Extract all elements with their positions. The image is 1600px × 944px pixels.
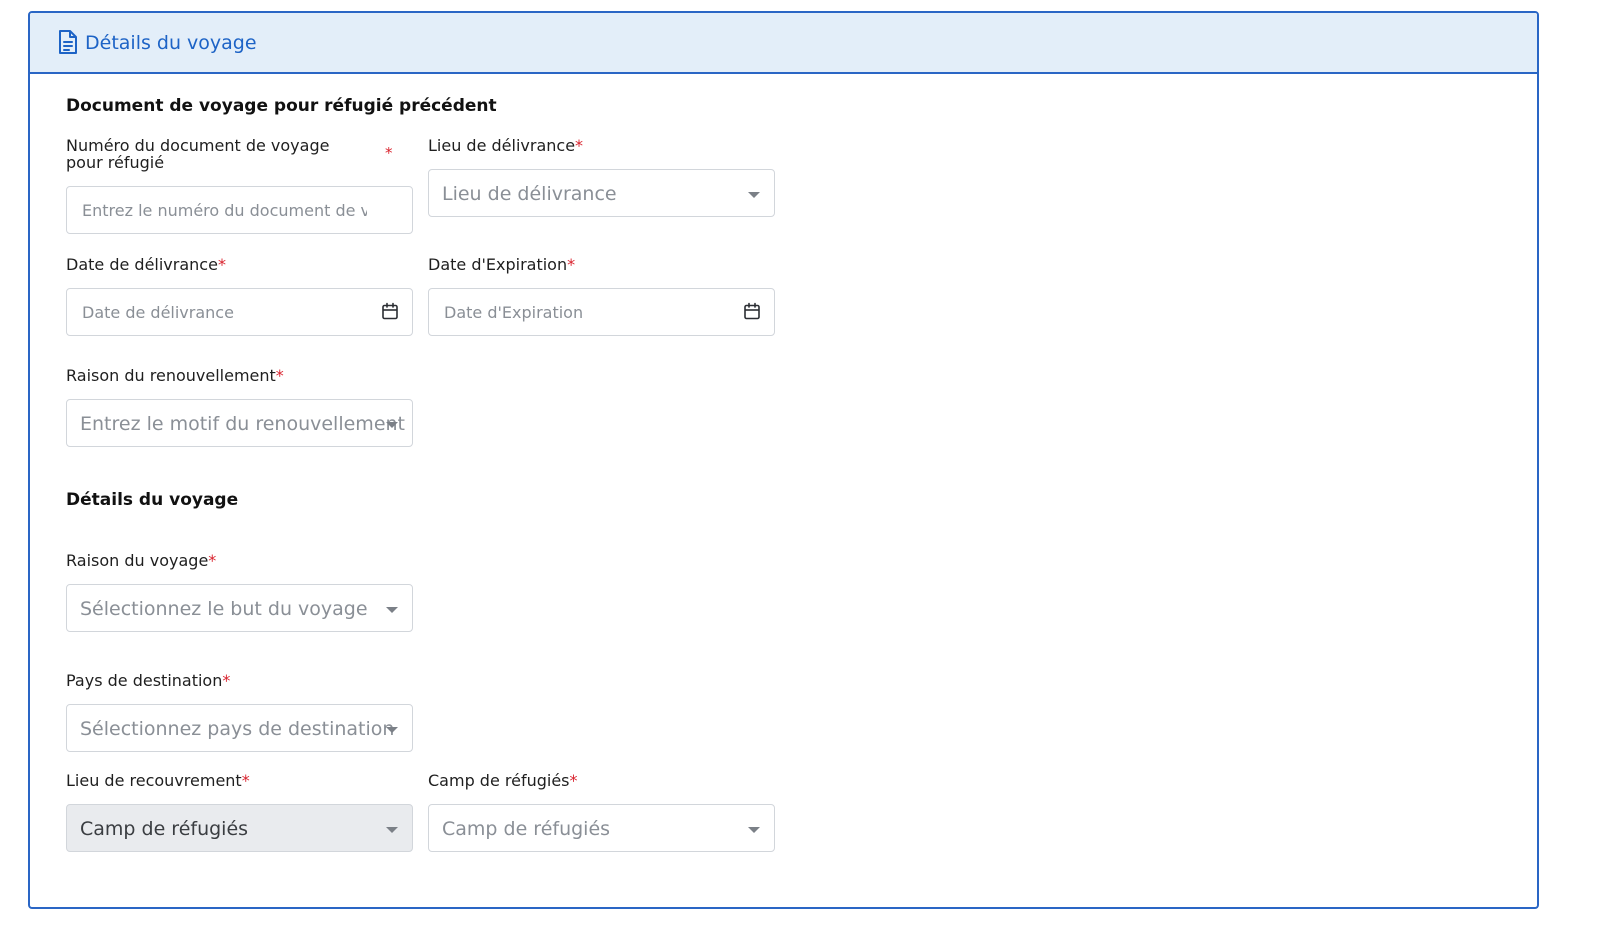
renewal-reason-placeholder: Entrez le motif du renouvellement xyxy=(80,413,405,435)
issue-place-required-marker: * xyxy=(575,136,584,155)
issue-date-field[interactable] xyxy=(66,288,413,336)
refugee-camp-required-marker: * xyxy=(569,771,578,790)
renewal-reason-label: Raison du renouvellement* xyxy=(66,367,284,385)
issue-date-input[interactable] xyxy=(67,289,412,335)
section-title-previous-document: Document de voyage pour réfugié précéden… xyxy=(66,96,497,116)
collection-place-select: Camp de réfugiés xyxy=(66,804,413,852)
renewal-reason-required-marker: * xyxy=(275,366,284,385)
travel-reason-required-marker: * xyxy=(208,551,217,570)
renewal-reason-label-text: Raison du renouvellement xyxy=(66,366,276,385)
issue-place-label-text: Lieu de délivrance xyxy=(428,136,576,155)
refugee-camp-label: Camp de réfugiés* xyxy=(428,772,578,790)
issue-place-placeholder: Lieu de délivrance xyxy=(442,183,617,205)
renewal-reason-select[interactable]: Entrez le motif du renouvellement xyxy=(66,399,413,447)
collection-place-value: Camp de réfugiés xyxy=(80,818,249,840)
refugee-camp-label-text: Camp de réfugiés xyxy=(428,771,570,790)
destination-country-select[interactable]: Sélectionnez pays de destination xyxy=(66,704,413,752)
expiry-date-required-marker: * xyxy=(567,255,576,274)
chevron-down-icon[interactable] xyxy=(386,727,398,733)
travel-reason-select[interactable]: Sélectionnez le but du voyage xyxy=(66,584,413,632)
doc-number-field[interactable] xyxy=(66,186,413,234)
issue-place-label: Lieu de délivrance* xyxy=(428,137,583,155)
issue-place-select[interactable]: Lieu de délivrance xyxy=(428,169,775,217)
travel-reason-label: Raison du voyage* xyxy=(66,552,216,570)
destination-country-placeholder: Sélectionnez pays de destination xyxy=(80,718,395,740)
section-title-travel: Détails du voyage xyxy=(66,490,239,510)
expiry-date-label-text: Date d'Expiration xyxy=(428,255,568,274)
expiry-date-input[interactable] xyxy=(429,289,774,335)
travel-reason-placeholder: Sélectionnez le but du voyage xyxy=(80,598,368,620)
issue-date-label: Date de délivrance* xyxy=(66,256,226,274)
collection-place-label: Lieu de recouvrement* xyxy=(66,772,250,790)
chevron-down-icon xyxy=(386,827,398,833)
expiry-date-label: Date d'Expiration* xyxy=(428,256,575,274)
chevron-down-icon[interactable] xyxy=(748,192,760,198)
chevron-down-icon[interactable] xyxy=(386,422,398,428)
issue-date-label-text: Date de délivrance xyxy=(66,255,218,274)
card-header: Détails du voyage xyxy=(30,13,1537,74)
card-title: Détails du voyage xyxy=(85,32,257,54)
chevron-down-icon[interactable] xyxy=(748,827,760,833)
expiry-date-field[interactable] xyxy=(428,288,775,336)
doc-number-label: Numéro du document de voyage pour réfugi… xyxy=(66,136,330,172)
destination-country-label: Pays de destination* xyxy=(66,672,230,690)
doc-number-input[interactable] xyxy=(67,187,412,233)
destination-country-required-marker: * xyxy=(222,671,231,690)
refugee-camp-placeholder: Camp de réfugiés xyxy=(442,818,611,840)
refugee-camp-select[interactable]: Camp de réfugiés xyxy=(428,804,775,852)
collection-place-label-text: Lieu de recouvrement xyxy=(66,771,242,790)
calendar-icon[interactable] xyxy=(743,302,761,321)
document-icon xyxy=(57,29,79,55)
calendar-icon[interactable] xyxy=(381,302,399,321)
doc-number-required-marker: * xyxy=(385,144,393,162)
travel-reason-label-text: Raison du voyage xyxy=(66,551,209,570)
issue-date-required-marker: * xyxy=(217,255,226,274)
chevron-down-icon[interactable] xyxy=(386,607,398,613)
travel-details-card: Détails du voyage Document de voyage pou… xyxy=(28,11,1539,909)
collection-place-required-marker: * xyxy=(241,771,250,790)
destination-country-label-text: Pays de destination xyxy=(66,671,223,690)
